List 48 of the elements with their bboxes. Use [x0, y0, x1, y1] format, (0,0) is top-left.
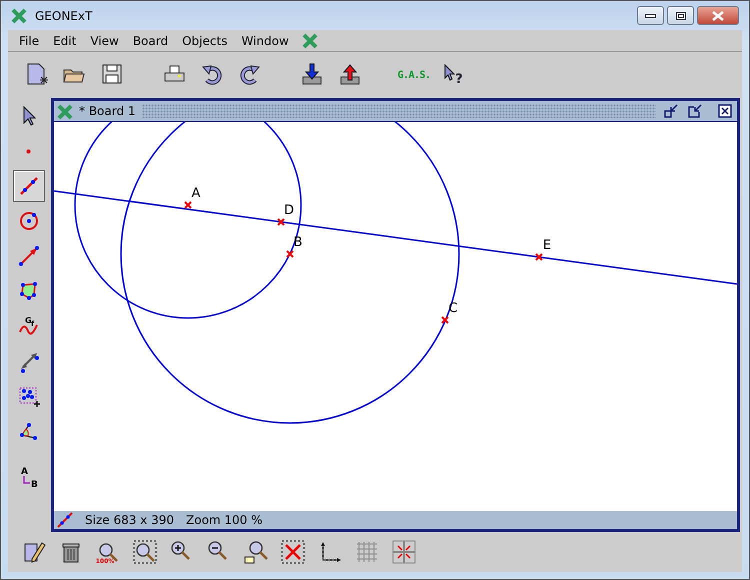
close-icon [718, 104, 732, 118]
vector-arrow-icon [16, 244, 40, 268]
point-label: B [294, 235, 302, 250]
status-text: Size 683 x 390 [85, 512, 174, 529]
board-close-button[interactable] [716, 102, 734, 120]
menu-item[interactable]: Edit [46, 32, 84, 50]
undock-button[interactable] [686, 102, 704, 120]
gas-text-icon: G.A.S. [397, 67, 431, 81]
point-marker[interactable] [277, 218, 285, 226]
undock-icon [688, 104, 702, 118]
snap-grid-icon [392, 540, 416, 564]
point-marker[interactable] [441, 316, 449, 324]
magnifier-box-icon [133, 540, 157, 564]
window-title: GEONExT [35, 8, 94, 24]
logo-icon [11, 8, 27, 24]
menu-item[interactable]: View [83, 32, 126, 50]
grid-icon [355, 540, 379, 564]
minimize-icon [645, 14, 656, 18]
close-icon [712, 10, 724, 20]
menu-item[interactable]: Board [126, 32, 176, 50]
point-label: D [284, 203, 294, 218]
coordinate-axes-icon [318, 540, 342, 564]
point-label: A [192, 186, 200, 201]
close-button[interactable] [697, 6, 739, 25]
menu-item[interactable]: Window [234, 32, 296, 50]
point-label: E [542, 238, 552, 253]
expand-arrows-icon [281, 540, 305, 564]
maximize-button[interactable] [667, 6, 694, 25]
logo-icon [302, 32, 318, 48]
page-pencil-icon [22, 540, 46, 564]
line-tool-icon [57, 512, 73, 528]
board-title: * Board 1 [79, 103, 136, 120]
line-segment-button[interactable] [12, 170, 44, 202]
menu-item[interactable]: Objects [175, 32, 234, 50]
point-marker[interactable] [535, 253, 543, 261]
upload-arrow-icon [338, 62, 362, 86]
undock-icon [664, 104, 678, 118]
logo-icon [57, 104, 73, 120]
minimize-button[interactable] [637, 6, 664, 25]
point-marker[interactable] [184, 201, 192, 209]
magnifier-rectangle-icon [244, 540, 268, 564]
status-text: Zoom 100 % [186, 512, 263, 529]
point-icon [26, 148, 31, 154]
menu-item[interactable]: File [12, 32, 46, 50]
maximize-icon [676, 12, 686, 20]
point-marker[interactable] [286, 250, 294, 258]
undock-button[interactable] [662, 102, 680, 120]
download-arrow-icon [300, 62, 324, 86]
